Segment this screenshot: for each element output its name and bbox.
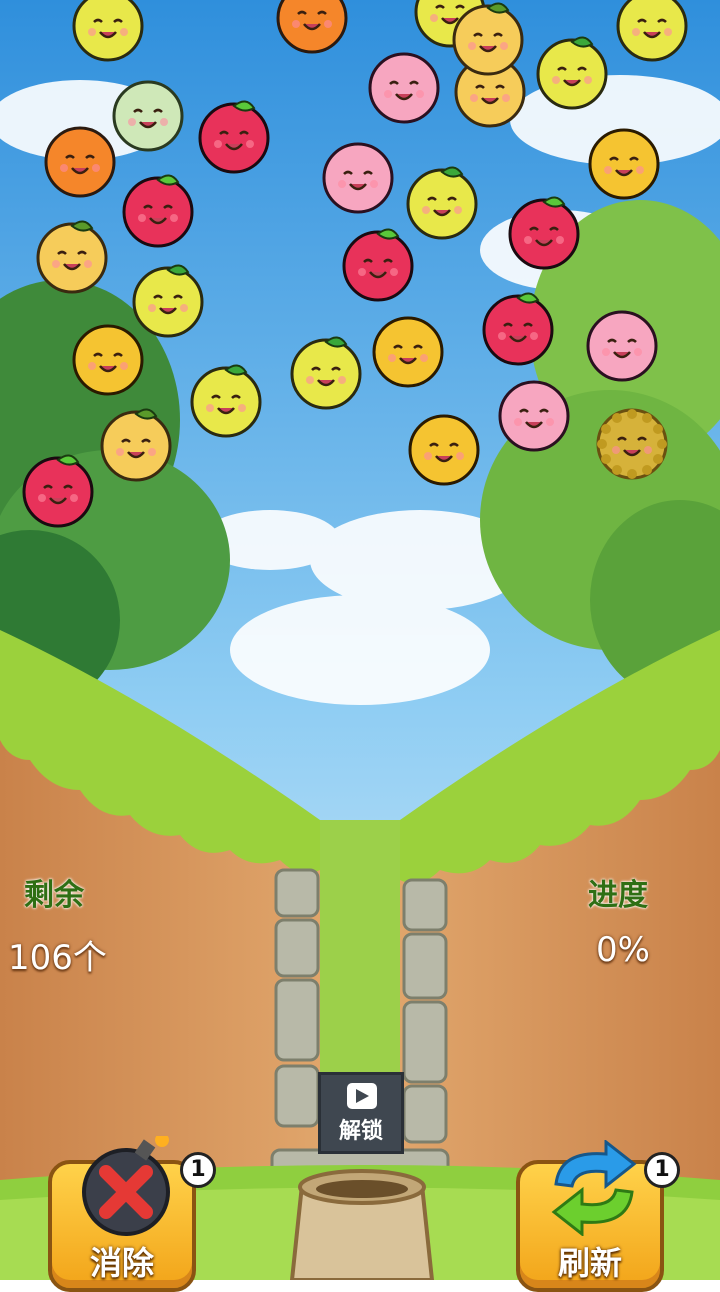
refresh-arrows-icon <box>551 1140 637 1236</box>
melon-icon[interactable] <box>110 76 186 152</box>
orange-icon[interactable] <box>274 0 350 54</box>
mango-icon[interactable] <box>406 410 482 486</box>
pineapple-icon[interactable] <box>34 218 110 294</box>
progress-value: 0% <box>596 930 650 970</box>
peach-icon[interactable] <box>366 48 442 124</box>
progress-label: 进度 <box>588 878 648 913</box>
apple-icon[interactable] <box>480 290 556 366</box>
refresh-label: 刷新 <box>557 1244 622 1282</box>
orange-icon[interactable] <box>42 122 118 198</box>
remaining-label: 剩余 <box>24 878 84 913</box>
peach-icon[interactable] <box>496 376 572 452</box>
mango-icon[interactable] <box>586 124 662 200</box>
mango-icon[interactable] <box>370 312 446 388</box>
unlock-slot-button[interactable]: 解锁 <box>318 1072 404 1154</box>
lemon-icon[interactable] <box>614 0 690 62</box>
eliminate-count-badge: 1 <box>180 1152 216 1188</box>
apple-icon[interactable] <box>340 226 416 302</box>
pineapple-icon[interactable] <box>98 406 174 482</box>
lemon-icon[interactable] <box>534 34 610 110</box>
apple-icon[interactable] <box>506 194 582 270</box>
eliminate-button[interactable]: 消除 1 <box>48 1136 216 1292</box>
bomb-x-icon <box>82 1136 170 1236</box>
refresh-button[interactable]: 刷新 1 <box>516 1140 680 1292</box>
sack-icon <box>289 1169 435 1280</box>
eliminate-label: 消除 <box>89 1244 154 1282</box>
durian-icon[interactable] <box>594 404 670 480</box>
lemon-icon[interactable] <box>288 334 364 410</box>
apple-icon[interactable] <box>20 452 96 528</box>
refresh-count-badge: 1 <box>644 1152 680 1188</box>
lemon-icon[interactable] <box>188 362 264 438</box>
unlock-label: 解锁 <box>338 1119 383 1144</box>
remaining-count: 106个 <box>8 938 107 978</box>
pineapple-icon[interactable] <box>450 0 526 76</box>
lemon-icon[interactable] <box>70 0 146 62</box>
video-play-icon <box>347 1083 377 1109</box>
apple-icon[interactable] <box>120 172 196 248</box>
peach-icon[interactable] <box>320 138 396 214</box>
peach-icon[interactable] <box>584 306 660 382</box>
mango-icon[interactable] <box>70 320 146 396</box>
apple-icon[interactable] <box>196 98 272 174</box>
